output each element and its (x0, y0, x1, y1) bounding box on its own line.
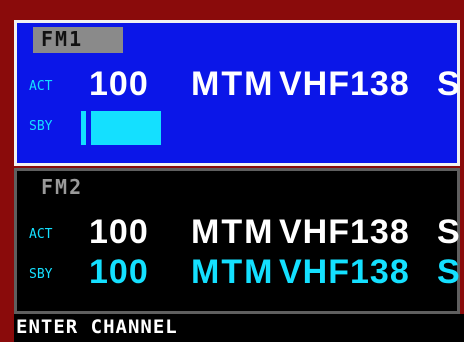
fm2-standby-label: SBY (29, 267, 53, 282)
fm1-active-band: VHF138 (279, 65, 410, 103)
fm1-panel[interactable]: FM1 ACT 100 MTM VHF138 S SBY (14, 20, 460, 166)
status-prompt: ENTER CHANNEL (16, 316, 178, 338)
fm2-active-row[interactable]: ACT 100 MTM VHF138 S (17, 213, 460, 255)
fm2-active-channel: 100 (89, 213, 149, 251)
fm1-standby-row[interactable]: SBY (17, 107, 457, 147)
fm1-active-channel: 100 (89, 65, 149, 103)
fm1-standby-label: SBY (29, 119, 53, 134)
fm2-standby-mode: MTM (191, 253, 275, 291)
fm1-active-suffix: S (437, 65, 460, 103)
fm2-standby-band: VHF138 (279, 253, 410, 291)
fm1-active-row[interactable]: ACT 100 MTM VHF138 S (17, 65, 460, 107)
fm2-active-label: ACT (29, 227, 53, 242)
fm2-active-band: VHF138 (279, 213, 410, 251)
fm1-standby-entry-field[interactable] (91, 111, 161, 145)
fm2-standby-suffix: S (437, 253, 460, 291)
fm1-active-mode: MTM (191, 65, 275, 103)
fm1-active-label: ACT (29, 79, 53, 94)
fm2-title: FM2 (41, 175, 84, 199)
fm2-active-mode: MTM (191, 213, 275, 251)
fm1-entry-cursor (81, 111, 86, 145)
status-bar: ENTER CHANNEL (14, 314, 464, 342)
fm2-panel[interactable]: FM2 ACT 100 MTM VHF138 S SBY 100 MTM VHF… (14, 168, 460, 314)
fm1-title: FM1 (41, 27, 84, 51)
fm2-standby-channel: 100 (89, 253, 149, 291)
fm2-standby-row[interactable]: SBY 100 MTM VHF138 S (17, 253, 460, 295)
fm2-active-suffix: S (437, 213, 460, 251)
